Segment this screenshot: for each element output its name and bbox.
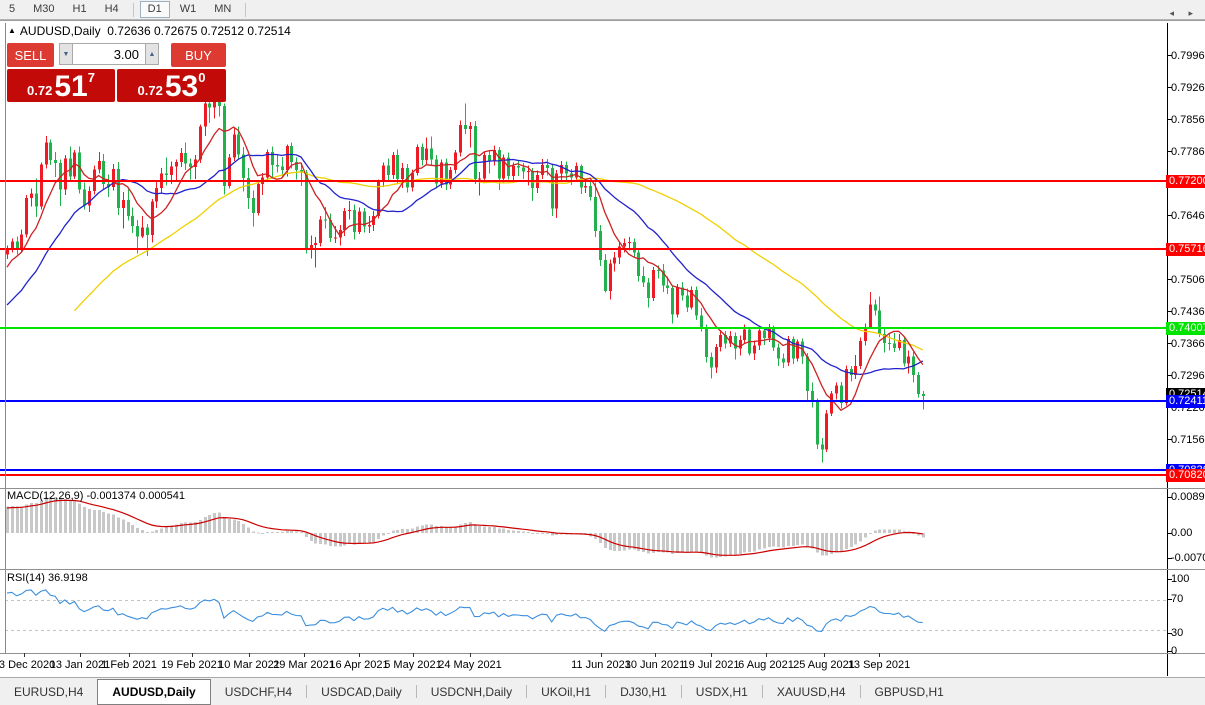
date-axis-label: 29 Mar 2021	[273, 659, 335, 671]
timeframe-toolbar: 5M30H1H4 D1W1MN	[0, 0, 1205, 20]
sell-price-pip-digit: 7	[88, 70, 95, 85]
macd-axis-tick: -0.00701	[1171, 552, 1205, 565]
tab-usdx[interactable]: USDX,H1	[682, 678, 762, 705]
timeframe-button-m30[interactable]: M30	[25, 1, 62, 18]
price-axis-tick: 0.75060	[1171, 274, 1205, 287]
hline-price-badge: 0.70820	[1166, 469, 1205, 482]
sell-button[interactable]: SELL	[7, 43, 54, 67]
buy-price-display[interactable]: 0.72 53 0	[117, 69, 226, 102]
rsi-axis-tick: 0	[1171, 645, 1205, 658]
tab-usdchf[interactable]: USDCHF,H4	[211, 678, 306, 705]
chart-area[interactable]: ▲ AUDUSD,Daily 0.72636 0.72675 0.72512 0.…	[0, 20, 1205, 678]
volume-stepper: ▼ ▲	[59, 43, 159, 67]
price-axis-tick: 0.73660	[1171, 338, 1205, 351]
chart-symbol-title: AUDUSD,Daily	[20, 24, 101, 38]
date-axis-label: 23 Dec 2020	[0, 659, 55, 671]
one-click-trading-panel: SELL ▼ ▲ BUY 0.72 51 7 0.72 53 0	[7, 43, 228, 102]
symbol-tab-bar: EURUSD,H4AUDUSD,DailyUSDCHF,H4USDCAD,Dai…	[0, 677, 1205, 705]
chart-ohlc-values: 0.72636 0.72675 0.72512 0.72514	[107, 24, 291, 38]
date-axis-label: 19 Jul 2021	[683, 659, 740, 671]
date-axis-label: 5 May 2021	[384, 659, 441, 671]
trading-platform-window: { "toolbar": { "timeframes": ["5","M30",…	[0, 0, 1205, 704]
macd-axis-tick: 0.00	[1171, 527, 1205, 540]
sell-price-display[interactable]: 0.72 51 7	[7, 69, 115, 102]
rsi-axis-tick: 30	[1171, 627, 1205, 640]
timeframe-button-h4[interactable]: H4	[97, 1, 127, 18]
sell-price-prefix: 0.72	[27, 83, 52, 98]
date-axis-label: 6 Aug 2021	[738, 659, 794, 671]
collapse-triangle-icon[interactable]: ▲	[8, 26, 16, 35]
hline-price-badge: 0.72411	[1166, 395, 1205, 408]
date-axis-label: 1 Feb 2021	[101, 659, 157, 671]
tab-gbpusd[interactable]: GBPUSD,H1	[861, 678, 958, 705]
macd-axis-tick: 0.008904	[1171, 491, 1205, 504]
chart-symbol-header: ▲ AUDUSD,Daily 0.72636 0.72675 0.72512 0.…	[8, 24, 291, 38]
price-axis-tick: 0.72960	[1171, 370, 1205, 383]
price-axis-tick: 0.79260	[1171, 82, 1205, 95]
tab-ukoil[interactable]: UKOil,H1	[527, 678, 605, 705]
price-axis-tick: 0.74360	[1171, 306, 1205, 319]
buy-button[interactable]: BUY	[171, 43, 226, 67]
rsi-axis-tick: 100	[1171, 573, 1205, 586]
date-axis-label: 19 Feb 2021	[161, 659, 223, 671]
timeframe-button-w1[interactable]: W1	[172, 1, 205, 18]
price-axis-tick: 0.79960	[1171, 50, 1205, 63]
hline-price-badge: 0.77200	[1166, 175, 1205, 188]
tab-eurusd[interactable]: EURUSD,H4	[0, 678, 97, 705]
volume-input[interactable]	[73, 43, 145, 65]
price-axis-tick: 0.71560	[1171, 434, 1205, 447]
buy-price-big-digits: 53	[165, 73, 198, 101]
price-axis-tick: 0.78560	[1171, 114, 1205, 127]
date-axis-label: 24 May 2021	[438, 659, 502, 671]
date-axis-label: 25 Aug 2021	[793, 659, 855, 671]
tab-usdcad[interactable]: USDCAD,Daily	[307, 678, 416, 705]
date-axis-label: 13 Sep 2021	[848, 659, 910, 671]
date-axis-label: 30 Jun 2021	[625, 659, 686, 671]
chart-canvas[interactable]	[0, 21, 1205, 678]
rsi-axis-tick: 70	[1171, 593, 1205, 606]
tab-audusd[interactable]: AUDUSD,Daily	[97, 679, 210, 705]
toolbar-separator	[245, 3, 246, 17]
date-axis-label: 16 Apr 2021	[329, 659, 388, 671]
volume-decrease-button[interactable]: ▼	[59, 43, 73, 65]
hline-price-badge: 0.74007	[1166, 322, 1205, 335]
hline-price-badge: 0.75716	[1166, 243, 1205, 256]
date-axis-label: 10 Mar 2021	[218, 659, 280, 671]
timeframe-button-mn[interactable]: MN	[206, 1, 239, 18]
rsi-indicator-label: RSI(14) 36.9198	[7, 572, 88, 584]
volume-increase-button[interactable]: ▲	[145, 43, 159, 65]
timeframe-button-d1[interactable]: D1	[140, 1, 170, 18]
sell-price-big-digits: 51	[54, 73, 87, 101]
date-axis-label: 11 Jun 2021	[571, 659, 631, 671]
price-axis-tick: 0.76460	[1171, 210, 1205, 223]
tab-xauusd[interactable]: XAUUSD,H4	[763, 678, 860, 705]
timeframe-button-h1[interactable]: H1	[65, 1, 95, 18]
tab-dj30[interactable]: DJ30,H1	[606, 678, 681, 705]
macd-indicator-label: MACD(12,26,9) -0.001374 0.000541	[7, 490, 185, 502]
toolbar-separator	[133, 3, 134, 17]
timeframe-button-5[interactable]: 5	[1, 1, 23, 18]
price-axis-tick: 0.77860	[1171, 146, 1205, 159]
buy-price-prefix: 0.72	[138, 83, 163, 98]
tab-scroll-arrows[interactable]: ◂ ▸	[1169, 8, 1199, 19]
tab-usdcnh[interactable]: USDCNH,Daily	[417, 678, 526, 705]
buy-price-pip-digit: 0	[198, 70, 205, 85]
